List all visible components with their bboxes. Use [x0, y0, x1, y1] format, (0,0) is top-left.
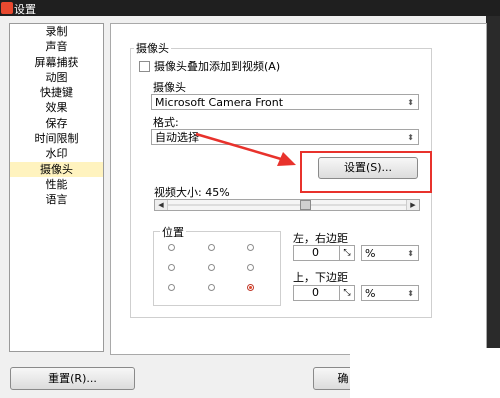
format-select-value: 自动选择	[155, 131, 199, 144]
position-top-right-radio[interactable]	[247, 244, 254, 251]
position-bottom-left-radio[interactable]	[168, 284, 175, 291]
updown-arrow-icon: ⬍	[407, 98, 414, 107]
slider-thumb[interactable]	[300, 200, 311, 210]
sidebar-item-camera[interactable]: 摄像头	[10, 161, 103, 177]
spin-arrows-icon[interactable]: ⤡	[339, 246, 354, 260]
sidebar-item-watermark[interactable]: 水印	[10, 146, 103, 161]
video-size-slider[interactable]: ◀ ▶	[154, 199, 420, 211]
sidebar-item-save[interactable]: 保存	[10, 116, 103, 131]
sidebar-item-language[interactable]: 语言	[10, 192, 103, 207]
sidebar-item-audio[interactable]: 声音	[10, 39, 103, 54]
slider-track	[168, 204, 406, 206]
format-label: 格式:	[153, 116, 179, 129]
position-top-center-radio[interactable]	[208, 244, 215, 251]
window-title: 设置	[14, 3, 36, 16]
updown-arrow-icon: ⬍	[407, 133, 414, 142]
tb-unit-value: %	[365, 287, 376, 300]
tb-unit-select[interactable]: % ⬍	[361, 285, 419, 301]
lr-margin-input[interactable]: 0 ⤡	[293, 245, 355, 261]
sidebar-item-performance[interactable]: 性能	[10, 177, 103, 192]
lr-margin-label: 左，右边距	[293, 232, 348, 245]
camera-select[interactable]: Microsoft Camera Front ⬍	[151, 94, 419, 110]
tb-margin-value: 0	[312, 286, 319, 299]
position-bottom-center-radio[interactable]	[208, 284, 215, 291]
video-size-label: 视频大小: 45%	[154, 186, 230, 199]
position-middle-right-radio[interactable]	[247, 264, 254, 271]
sidebar-item-screen-capture[interactable]: 屏幕捕获	[10, 55, 103, 70]
settings-category-list: 录制 声音 屏幕捕获 动图 快捷键 效果 保存 时间限制 水印 摄像头 性能 语…	[9, 23, 104, 352]
camera-group-legend: 摄像头	[134, 40, 171, 56]
position-top-left-radio[interactable]	[168, 244, 175, 251]
tb-margin-label: 上，下边距	[293, 271, 348, 284]
tb-margin-input[interactable]: 0 ⤡	[293, 285, 355, 301]
sidebar-item-gif[interactable]: 动图	[10, 70, 103, 85]
sidebar-item-effects[interactable]: 效果	[10, 100, 103, 115]
sidebar-item-time-limit[interactable]: 时间限制	[10, 131, 103, 146]
overlay-camera-label: 摄像头叠加添加到视频(A)	[154, 60, 281, 73]
position-legend: 位置	[160, 224, 186, 240]
updown-arrow-icon: ⬍	[407, 289, 414, 298]
sidebar-item-record[interactable]: 录制	[10, 24, 103, 39]
format-select[interactable]: 自动选择 ⬍	[151, 129, 419, 145]
reset-button[interactable]: 重置(R)...	[10, 367, 135, 390]
settings-window: 设置 录制 声音 屏幕捕获 动图 快捷键 效果 保存 时间限制 水印 摄像头 性…	[0, 0, 500, 398]
position-center-radio[interactable]	[208, 264, 215, 271]
spin-arrows-icon[interactable]: ⤡	[339, 286, 354, 300]
cropped-overlay	[350, 348, 500, 398]
slider-left-arrow-icon[interactable]: ◀	[155, 200, 168, 210]
camera-select-value: Microsoft Camera Front	[155, 96, 284, 109]
position-bottom-right-radio[interactable]	[247, 284, 254, 291]
camera-label: 摄像头	[153, 81, 186, 94]
overlay-camera-checkbox-row[interactable]: 摄像头叠加添加到视频(A)	[139, 58, 280, 74]
background-strip	[486, 16, 500, 398]
lr-margin-value: 0	[312, 246, 319, 259]
highlight-annotation-box	[300, 151, 432, 193]
title-bar: 设置	[0, 0, 500, 16]
slider-right-arrow-icon[interactable]: ▶	[406, 200, 419, 210]
sidebar-item-hotkeys[interactable]: 快捷键	[10, 85, 103, 100]
app-icon	[1, 2, 13, 14]
lr-unit-value: %	[365, 247, 376, 260]
lr-unit-select[interactable]: % ⬍	[361, 245, 419, 261]
updown-arrow-icon: ⬍	[407, 249, 414, 258]
overlay-camera-checkbox[interactable]	[139, 60, 150, 72]
position-middle-left-radio[interactable]	[168, 264, 175, 271]
